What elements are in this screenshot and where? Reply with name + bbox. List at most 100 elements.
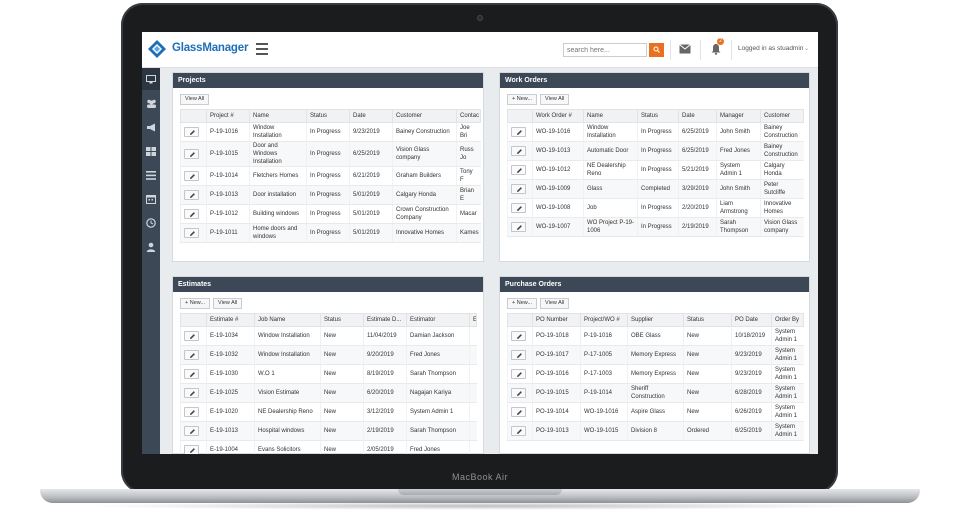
sidebar-item-marketing[interactable] <box>142 116 160 138</box>
table-row[interactable]: WO-19-1016 Window Installation In Progress… <box>507 122 804 142</box>
table-row[interactable]: WO-19-1007 WO Project P-19-1006 In Progres… <box>507 217 804 237</box>
column-header[interactable]: Status <box>637 109 679 123</box>
edit-button[interactable] <box>184 445 199 454</box>
sidebar-item-calendar[interactable] <box>142 188 160 210</box>
edit-button[interactable] <box>511 407 526 417</box>
sidebar-item-customers[interactable] <box>142 92 160 114</box>
table-row[interactable]: P-19-1015 Door and Windows Installation In… <box>180 141 481 167</box>
table-row[interactable]: E-19-1030 W.O 1 New 8/19/2019 Sarah Thompson <box>180 364 477 384</box>
column-header[interactable]: Estimate # <box>206 313 255 327</box>
sidebar-item-modules[interactable] <box>142 140 160 162</box>
table-row[interactable]: PO-19-1017 P-17-1005 Memory Express New 9/23… <box>507 345 804 365</box>
table-row[interactable]: E-19-1034 Window Installation New 11/04/201… <box>180 326 477 346</box>
view-all-button[interactable]: View All <box>213 298 243 309</box>
edit-button[interactable] <box>184 149 199 159</box>
new-purchase-order-button[interactable]: + New... <box>507 298 538 309</box>
edit-button[interactable] <box>511 184 526 194</box>
edit-button[interactable] <box>511 222 526 232</box>
new-work-order-button[interactable]: + New... <box>507 94 538 105</box>
view-all-button[interactable]: View All <box>540 94 570 105</box>
column-header[interactable] <box>507 313 533 327</box>
table-row[interactable]: P-19-1016 Window Installation In Progress 9… <box>180 122 481 142</box>
column-header[interactable] <box>507 109 533 123</box>
table-row[interactable]: WO-19-1012 NE Dealership Reno In Progress 5… <box>507 160 804 180</box>
edit-button[interactable] <box>511 388 526 398</box>
app-logo[interactable]: GlassManager <box>148 38 248 60</box>
column-header[interactable]: Customer <box>760 109 804 123</box>
column-header[interactable]: Name <box>583 109 638 123</box>
edit-button[interactable] <box>184 209 199 219</box>
column-header[interactable]: Date <box>349 109 393 123</box>
sidebar-item-user[interactable] <box>142 236 160 258</box>
sidebar-item-dashboard[interactable] <box>142 68 160 90</box>
edit-button[interactable] <box>184 190 199 200</box>
column-header[interactable]: Project/WO # <box>580 313 628 327</box>
column-header[interactable]: Status <box>306 109 350 123</box>
edit-button[interactable] <box>184 127 199 137</box>
table-row[interactable]: P-19-1013 Door installation In Progress 5/0… <box>180 185 481 205</box>
edit-button[interactable] <box>511 203 526 213</box>
column-header[interactable]: Date <box>678 109 717 123</box>
table-row[interactable]: P-19-1011 Home doors and windows In Progre… <box>180 223 481 243</box>
table-row[interactable]: E-19-1013 Hospital windows New 2/19/2019 Sar… <box>180 421 477 441</box>
view-all-button[interactable]: View All <box>540 298 570 309</box>
edit-button[interactable] <box>511 165 526 175</box>
column-header[interactable]: Status <box>320 313 364 327</box>
column-header[interactable]: Customer <box>392 109 457 123</box>
column-header[interactable]: Estimator <box>406 313 470 327</box>
table-row[interactable]: E-19-1025 Vision Estimate New 6/20/2019 Naga… <box>180 383 477 403</box>
edit-button[interactable] <box>511 426 526 436</box>
column-header[interactable]: PO Number <box>532 313 581 327</box>
column-header[interactable]: Name <box>249 109 307 123</box>
edit-button[interactable] <box>184 350 199 360</box>
edit-button[interactable] <box>184 426 199 436</box>
column-header[interactable]: Project # <box>206 109 250 123</box>
table-row[interactable]: P-19-1012 Building windows In Progress 5/01… <box>180 204 481 224</box>
table-row[interactable]: PO-19-1015 P-19-1014 Sheriff Construction N… <box>507 383 804 403</box>
column-header[interactable]: Job Name <box>254 313 321 327</box>
column-header[interactable]: PO Date <box>731 313 772 327</box>
column-header[interactable]: Supplier <box>627 313 684 327</box>
column-header[interactable]: Status <box>683 313 732 327</box>
table-row[interactable]: PO-19-1014 WO-19-1016 Aspire Glass New 6/26/… <box>507 402 804 422</box>
edit-button[interactable] <box>184 331 199 341</box>
sidebar-item-lists[interactable] <box>142 164 160 186</box>
hamburger-icon[interactable] <box>256 43 268 55</box>
new-estimate-button[interactable]: + New... <box>180 298 211 309</box>
table-row[interactable]: WO-19-1008 Job In Progress 2/20/2019 Liam Ar… <box>507 198 804 218</box>
table-row[interactable]: WO-19-1013 Automatic Door In Progress 6/25/… <box>507 141 804 161</box>
table-row[interactable]: PO-19-1016 P-17-1003 Memory Express New 9/23… <box>507 364 804 384</box>
column-header[interactable]: E <box>469 313 477 327</box>
chevron-down-icon[interactable]: ⌄ <box>804 45 809 52</box>
sidebar-item-time[interactable] <box>142 212 160 234</box>
edit-button[interactable] <box>511 369 526 379</box>
edit-button[interactable] <box>184 407 199 417</box>
edit-button[interactable] <box>184 388 199 398</box>
table-row[interactable]: E-19-1004 Evans Solicitors New 2/05/2019 Fre… <box>180 440 477 454</box>
column-header[interactable]: Manager <box>716 109 761 123</box>
edit-button[interactable] <box>184 228 199 238</box>
edit-button[interactable] <box>511 146 526 156</box>
table-row[interactable]: E-19-1032 Window Installation New 9/20/2019… <box>180 345 477 365</box>
edit-button[interactable] <box>511 127 526 137</box>
table-row[interactable]: PO-19-1013 WO-19-1015 Division 8 Ordered 6/2… <box>507 421 804 441</box>
column-header[interactable]: Order By <box>771 313 804 327</box>
view-all-button[interactable]: View All <box>180 94 210 105</box>
edit-button[interactable] <box>184 171 199 181</box>
edit-button[interactable] <box>511 350 526 360</box>
table-row[interactable]: E-19-1020 NE Dealership Reno New 3/12/2019 S… <box>180 402 477 422</box>
mail-icon[interactable] <box>679 44 691 54</box>
edit-button[interactable] <box>184 369 199 379</box>
edit-button[interactable] <box>511 331 526 341</box>
column-header[interactable]: Contac <box>456 109 481 123</box>
column-header[interactable]: Work Order # <box>532 109 584 123</box>
column-header[interactable] <box>180 313 207 327</box>
table-row[interactable]: PO-19-1018 P-19-1016 OBE Glass New 10/18/201… <box>507 326 804 346</box>
column-header[interactable] <box>180 109 207 123</box>
search-input[interactable] <box>563 43 647 57</box>
user-menu[interactable]: Logged in as stuadmin <box>738 45 803 52</box>
column-header[interactable]: Estimate D... <box>363 313 407 327</box>
table-row[interactable]: P-19-1014 Fletchers Homes In Progress 6/21/… <box>180 166 481 186</box>
search-button[interactable] <box>649 43 664 57</box>
table-row[interactable]: WO-19-1009 Glass Completed 3/29/2019 John Sm… <box>507 179 804 199</box>
